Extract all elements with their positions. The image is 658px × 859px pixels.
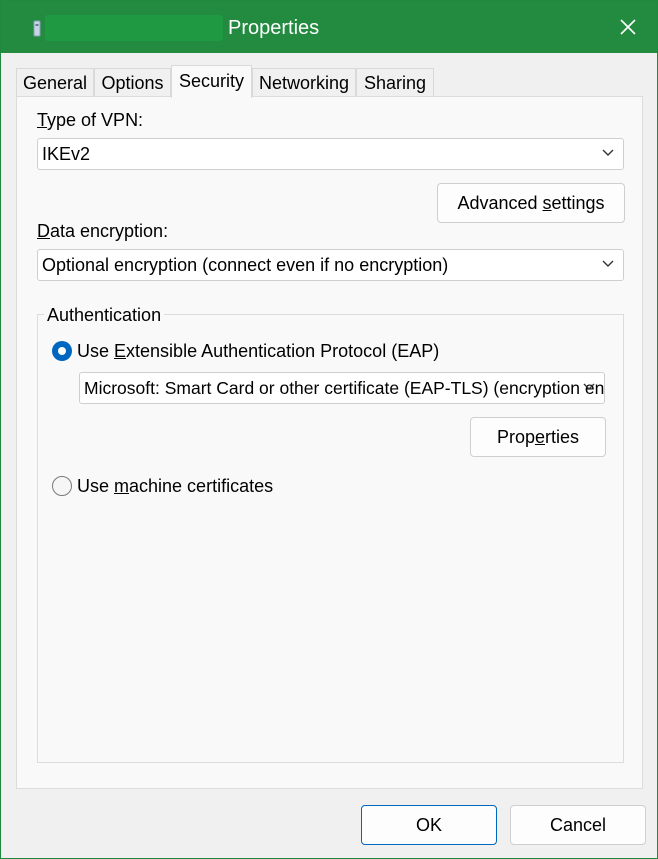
vpn-connection-icon xyxy=(33,20,41,37)
eap-method-value: Microsoft: Smart Card or other certifica… xyxy=(84,378,604,398)
tab-options[interactable]: Options xyxy=(94,68,171,96)
tab-label: Security xyxy=(178,71,245,91)
advanced-settings-button[interactable]: Advanced settings xyxy=(437,183,625,223)
close-icon xyxy=(620,19,636,35)
data-encryption-value: Optional encryption (connect even if no … xyxy=(42,255,449,275)
vpn-type-value: IKEv2 xyxy=(42,144,91,164)
chevron-down-icon xyxy=(583,383,595,390)
window-title: Properties xyxy=(228,17,320,39)
close-button[interactable] xyxy=(599,1,657,53)
redacted-connection-name xyxy=(45,15,223,41)
vpn-type-label: Type of VPN: xyxy=(37,110,144,130)
chevron-down-icon xyxy=(602,149,614,156)
tab-general[interactable]: General xyxy=(16,68,94,96)
eap-radio-label[interactable]: Use Extensible Authentication Protocol (… xyxy=(77,339,439,363)
data-encryption-label: Data encryption: xyxy=(37,221,169,241)
machine-certificates-radio[interactable] xyxy=(52,476,72,496)
vpn-type-dropdown[interactable]: IKEv2 xyxy=(37,138,624,170)
machine-certificates-label[interactable]: Use machine certificates xyxy=(77,474,273,498)
security-tab-panel: Type of VPN: IKEv2 Advanced settings Dat… xyxy=(16,96,643,789)
ok-button[interactable]: OK xyxy=(361,805,497,845)
tab-networking[interactable]: Networking xyxy=(252,68,356,96)
tab-sharing[interactable]: Sharing xyxy=(356,68,434,96)
data-encryption-dropdown[interactable]: Optional encryption (connect even if no … xyxy=(37,249,624,281)
cancel-button[interactable]: Cancel xyxy=(510,805,646,845)
chevron-down-icon xyxy=(602,260,614,267)
tab-label: Networking xyxy=(258,73,350,93)
eap-method-dropdown[interactable]: Microsoft: Smart Card or other certifica… xyxy=(79,372,605,404)
tab-label: Sharing xyxy=(363,73,427,93)
tab-label: Options xyxy=(101,73,164,93)
properties-dialog: Properties General Options Security Netw… xyxy=(0,0,658,859)
eap-properties-button[interactable]: Properties xyxy=(470,417,606,457)
title-bar: Properties xyxy=(1,1,657,53)
tab-label: General xyxy=(22,73,88,93)
authentication-group-label: Authentication xyxy=(44,303,165,327)
eap-radio[interactable] xyxy=(52,341,72,361)
tab-security[interactable]: Security xyxy=(171,65,252,98)
